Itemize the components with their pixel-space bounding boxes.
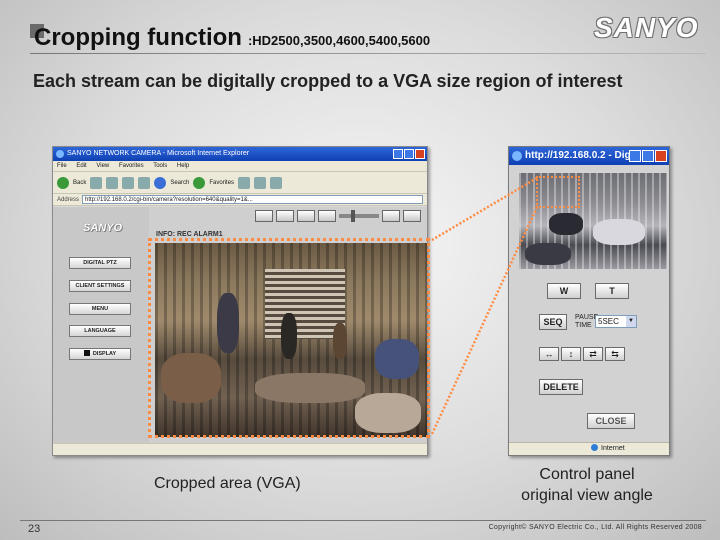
pan-direction-controls: ↔ ↕ ⇄ ⇆: [539, 347, 625, 361]
forward-icon[interactable]: [90, 176, 103, 189]
client-settings-button[interactable]: CLIENT SETTINGS: [69, 280, 131, 292]
maximize-icon[interactable]: [642, 150, 654, 162]
popup-title: http://192.168.0.2 - Dig...: [525, 150, 639, 161]
ie-icon: [512, 151, 522, 161]
menu-tools[interactable]: Tools: [153, 163, 167, 169]
language-button[interactable]: LANGUAGE: [69, 325, 131, 337]
address-bar: Address http://192.168.0.2/cgi-bin/camer…: [53, 194, 427, 206]
slide-subtitle: Each stream can be digitally cropped to …: [33, 71, 623, 91]
print-icon[interactable]: [270, 176, 283, 189]
cropped-area-caption: Cropped area (VGA): [154, 475, 301, 492]
history-icon[interactable]: [238, 176, 251, 189]
return-icon[interactable]: ⇆: [605, 347, 625, 361]
mail-icon[interactable]: [254, 176, 267, 189]
menu-help[interactable]: Help: [177, 163, 189, 169]
camera-info-line: INFO: REC ALARM1: [156, 231, 223, 238]
close-icon[interactable]: [415, 149, 425, 159]
camera-sidebar: SANYO DIGITAL PTZ CLIENT SETTINGS MENU L…: [53, 207, 149, 443]
stop-icon[interactable]: [106, 176, 119, 189]
brightness-button[interactable]: [403, 209, 421, 222]
browser-titlebar[interactable]: SANYO NETWORK CAMERA - Microsoft Interne…: [53, 147, 427, 161]
digital-ptz-button[interactable]: DIGITAL PTZ: [69, 257, 131, 269]
tilt-vertical-icon[interactable]: ↕: [561, 347, 581, 361]
internet-zone-icon: [591, 444, 598, 451]
slide-title: Cropping function :HD2500,3500,4600,5400,…: [34, 24, 430, 52]
zoom-wide-button[interactable]: W: [547, 283, 581, 299]
zoom-wide-button[interactable]: [297, 209, 315, 222]
control-panel-caption: Control panel original view angle: [498, 464, 676, 506]
caption-line-2: original view angle: [521, 487, 653, 504]
menu-view[interactable]: View: [96, 163, 109, 169]
popup-status-text: Internet: [601, 445, 625, 452]
home-icon[interactable]: [138, 176, 151, 189]
crop-region-marker: [536, 176, 580, 208]
address-input[interactable]: http://192.168.0.2/cgi-bin/camera?resolu…: [82, 195, 423, 204]
feed-display-rack: [549, 213, 583, 235]
page-logo: SANYO: [83, 222, 123, 234]
browser-statusbar: [53, 443, 427, 455]
camera-control-bar: [255, 209, 421, 222]
pan-horizontal-icon[interactable]: ↔: [539, 347, 559, 361]
search-icon[interactable]: [154, 176, 167, 189]
pause-time-value: 5SEC: [598, 317, 619, 326]
page-number: 23: [28, 523, 41, 535]
favorites-icon[interactable]: [193, 176, 206, 189]
minimize-icon[interactable]: [393, 149, 403, 159]
search-label[interactable]: Search: [170, 180, 189, 186]
footer-divider: [20, 520, 706, 521]
slide-title-text: Cropping function: [34, 24, 242, 51]
back-icon[interactable]: [57, 176, 69, 189]
home-position-button[interactable]: [276, 209, 294, 222]
display-label: DISPLAY: [92, 351, 117, 357]
close-button[interactable]: CLOSE: [587, 413, 635, 429]
browser-title: SANYO NETWORK CAMERA - Microsoft Interne…: [67, 150, 250, 157]
delete-button[interactable]: DELETE: [539, 379, 583, 395]
model-list: :HD2500,3500,4600,5400,5600: [247, 33, 431, 48]
popup-titlebar[interactable]: http://192.168.0.2 - Dig...: [509, 147, 669, 165]
menu-button[interactable]: MENU: [69, 303, 131, 315]
zoom-tele-button[interactable]: T: [595, 283, 629, 299]
display-button[interactable]: DISPLAY: [69, 348, 131, 360]
focus-button[interactable]: [382, 209, 400, 222]
caption-line-1: Control panel: [539, 466, 635, 483]
zoom-slider[interactable]: [339, 209, 379, 222]
browser-toolbar: Back Search Favorites: [53, 172, 427, 194]
sequence-button[interactable]: SEQ: [539, 314, 567, 330]
popup-statusbar: Internet: [509, 442, 669, 455]
feed-counter: [593, 219, 645, 245]
menu-file[interactable]: File: [57, 163, 67, 169]
minimize-icon[interactable]: [629, 150, 641, 162]
snapshot-button[interactable]: [255, 209, 273, 222]
menu-edit[interactable]: Edit: [76, 163, 86, 169]
close-icon[interactable]: [655, 150, 667, 162]
browser-menubar: File Edit View Favorites Tools Help: [53, 161, 427, 172]
favorites-label[interactable]: Favorites: [209, 180, 234, 186]
cropped-area-highlight: [148, 238, 430, 438]
maximize-icon[interactable]: [404, 149, 414, 159]
copyright-notice: Copyright© SANYO Electric Co., Ltd. All …: [488, 524, 702, 531]
ie-icon: [56, 150, 64, 158]
refresh-icon[interactable]: [122, 176, 135, 189]
address-label: Address: [57, 196, 80, 203]
patrol-icon[interactable]: ⇄: [583, 347, 603, 361]
back-label[interactable]: Back: [73, 180, 86, 186]
title-divider: [30, 53, 706, 54]
display-toggle-icon: [83, 350, 90, 356]
feed-merchandise: [525, 243, 571, 265]
control-panel-window: http://192.168.0.2 - Dig... W T SEQ PAUS…: [508, 146, 670, 456]
chevron-down-icon[interactable]: ▼: [626, 316, 636, 327]
menu-favorites[interactable]: Favorites: [119, 163, 144, 169]
pause-time-select[interactable]: 5SEC ▼: [595, 315, 637, 328]
sanyo-logo: SANYO: [594, 12, 699, 43]
zoom-tele-button[interactable]: [318, 209, 336, 222]
